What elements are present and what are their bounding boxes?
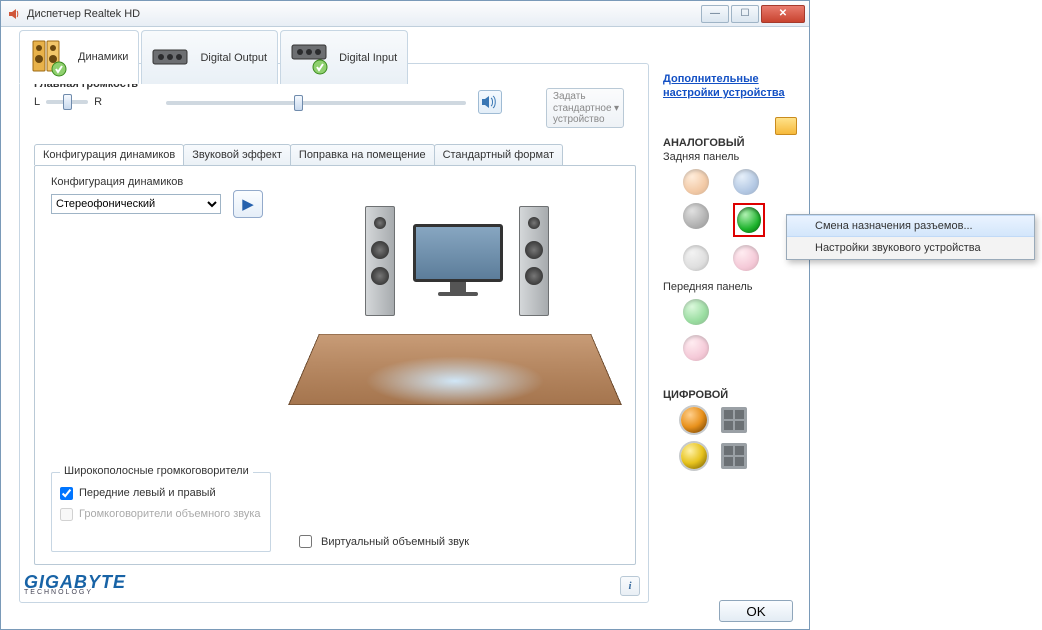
virtual-surround-row[interactable]: Виртуальный объемный звук <box>295 532 469 551</box>
jack-rear-blue[interactable] <box>733 169 759 195</box>
folder-icon[interactable] <box>775 117 797 135</box>
balance-slider[interactable] <box>46 100 88 104</box>
rear-jacks <box>683 169 795 271</box>
subtab-room-correction[interactable]: Поправка на помещение <box>290 144 435 165</box>
jack-rear-black[interactable] <box>683 203 709 229</box>
close-button[interactable]: ✕ <box>761 5 805 23</box>
set-default-device-button[interactable]: Задать стандартное устройство <box>546 88 624 128</box>
subtab-default-format[interactable]: Стандартный формат <box>434 144 563 165</box>
fullrange-header: Широкополосные громкоговорители <box>60 465 253 477</box>
ctx-audio-device-settings[interactable]: Настройки звукового устройства <box>787 237 1034 259</box>
tab-speakers-label: Динамики <box>78 51 128 63</box>
ok-button[interactable]: OK <box>719 600 793 622</box>
surround-checkbox <box>60 508 73 521</box>
balance-right-label: R <box>94 96 102 108</box>
digital-out-icon <box>148 37 194 79</box>
surround-checkbox-row: Громкоговорители объемного звука <box>60 508 262 521</box>
surround-label: Громкоговорители объемного звука <box>79 508 261 520</box>
virtual-surround-checkbox[interactable] <box>299 535 312 548</box>
speaker-config-panel: Конфигурация динамиков Стереофонический … <box>34 165 636 565</box>
tab-digital-output[interactable]: Digital Output <box>141 30 278 84</box>
balance-control: L R <box>34 96 102 108</box>
monitor-icon <box>413 224 503 296</box>
tab-digital-input-label: Digital Input <box>339 52 397 64</box>
titlebar: Диспетчер Realtek HD — ☐ ✕ <box>1 1 809 27</box>
front-lr-checkbox[interactable] <box>60 487 73 500</box>
subtab-speaker-config[interactable]: Конфигурация динамиков <box>34 144 184 165</box>
device-tabs: Динамики Digital Output Digital Input <box>19 30 410 84</box>
digital-coax-out[interactable] <box>681 407 707 433</box>
analog-header: АНАЛОГОВЫЙ <box>663 137 795 149</box>
mute-button[interactable] <box>478 90 502 114</box>
tab-digital-input[interactable]: Digital Input <box>280 30 408 84</box>
tab-speakers[interactable]: Динамики <box>19 30 139 84</box>
jack-rear-orange[interactable] <box>683 169 709 195</box>
minimize-button[interactable]: — <box>701 5 729 23</box>
digital-optical-in[interactable] <box>721 443 747 469</box>
front-lr-label: Передние левый и правый <box>79 487 216 499</box>
ctx-reassign-jacks[interactable]: Смена назначения разъемов... <box>787 215 1034 237</box>
subtab-sound-effect[interactable]: Звуковой эффект <box>183 144 291 165</box>
info-button[interactable]: i <box>620 576 640 596</box>
maximize-button[interactable]: ☐ <box>731 5 759 23</box>
main-panel: Динамики Digital Output Digital Input Гл… <box>19 63 649 603</box>
virtual-surround-label: Виртуальный объемный звук <box>321 536 469 548</box>
speaker-config-label: Конфигурация динамиков <box>51 176 183 188</box>
room-illustration <box>295 176 615 466</box>
front-lr-checkbox-row[interactable]: Передние левый и правый <box>60 487 262 500</box>
right-panel: Дополнительные настройки устройства АНАЛ… <box>663 73 795 469</box>
left-speaker-icon[interactable] <box>365 206 395 316</box>
jack-rear-green[interactable] <box>737 207 761 233</box>
jack-front-green[interactable] <box>683 299 709 325</box>
tab-digital-output-label: Digital Output <box>200 52 267 64</box>
window-body: Динамики Digital Output Digital Input Гл… <box>1 27 809 629</box>
speaker-config-select[interactable]: Стереофонический <box>51 194 221 214</box>
volume-section: Главная громкость L R Задать стандартное… <box>34 78 634 128</box>
advanced-settings-link[interactable]: Дополнительные настройки устройства <box>663 73 795 101</box>
digital-in-icon <box>287 37 333 79</box>
app-icon <box>7 6 22 21</box>
speakers-icon <box>26 36 72 78</box>
brand-logo: GIGABYTE TECHNOLOGY <box>24 572 126 596</box>
right-speaker-icon[interactable] <box>519 206 549 316</box>
jack-context-menu: Смена назначения разъемов... Настройки з… <box>786 214 1035 260</box>
digital-coax-in[interactable] <box>681 443 707 469</box>
app-window: Диспетчер Realtek HD — ☐ ✕ Динамики <box>0 0 810 630</box>
rear-panel-label: Задняя панель <box>663 151 795 163</box>
jack-rear-grey[interactable] <box>683 245 709 271</box>
digital-header: ЦИФРОВОЙ <box>663 389 795 401</box>
subtabs: Конфигурация динамиков Звуковой эффект П… <box>34 144 562 165</box>
front-panel-label: Передняя панель <box>663 281 795 293</box>
digital-optical-out[interactable] <box>721 407 747 433</box>
fullrange-group: Широкополосные громкоговорители Передние… <box>51 472 271 552</box>
test-play-button[interactable]: ▶ <box>233 190 263 218</box>
window-title: Диспетчер Realtek HD <box>27 8 140 20</box>
balance-left-label: L <box>34 96 40 108</box>
jack-front-pink[interactable] <box>683 335 709 361</box>
volume-slider[interactable] <box>166 101 466 105</box>
selected-jack-frame <box>733 203 765 237</box>
jack-rear-pink[interactable] <box>733 245 759 271</box>
